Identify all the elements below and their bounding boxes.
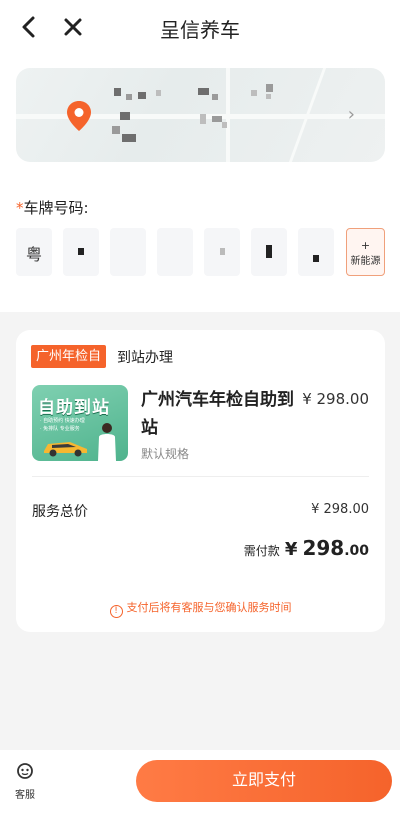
masked-address-block	[156, 90, 161, 96]
order-card: 广州年检自 到站办理 自助到站 · 自助预约 快速办理 · 免排队 专业服务 广…	[16, 330, 385, 632]
total-value: ¥ 298.00	[311, 502, 369, 517]
pay-now-button[interactable]: 立即支付	[136, 760, 392, 802]
thumbnail-title: 自助到站	[38, 398, 110, 418]
amount-due: 需付款 ¥ 298.00	[244, 536, 369, 560]
plate-label: *车牌号码:	[16, 197, 89, 218]
masked-address-block	[212, 116, 222, 122]
new-energy-label: 新能源	[350, 256, 381, 267]
payment-note: ! 支付后将有客服与您确认服务时间	[16, 599, 385, 618]
masked-address-block	[266, 94, 271, 99]
product-spec: 默认规格	[141, 447, 190, 461]
masked-plate-char	[266, 245, 272, 258]
plate-char-box[interactable]	[110, 228, 146, 276]
header: 呈信养车	[0, 0, 400, 56]
masked-address-block	[112, 126, 120, 134]
bottom-bar: 客服 立即支付	[0, 750, 400, 823]
product-name: 广州汽车年检自助到站	[141, 390, 294, 438]
service-tag: 广州年检自	[31, 345, 107, 368]
masked-address-block	[120, 112, 130, 120]
masked-address-block	[114, 88, 121, 96]
amount-due-currency: ¥	[284, 539, 298, 560]
required-mark: *	[16, 199, 24, 217]
masked-address-block	[138, 92, 146, 99]
amount-due-label: 需付款	[243, 544, 280, 558]
plate-char-box[interactable]	[251, 228, 287, 276]
masked-plate-char	[313, 255, 319, 262]
customer-service-button[interactable]: 客服	[10, 762, 40, 802]
amount-due-integer: 298	[302, 536, 345, 560]
product-price: ¥ 298.00	[302, 390, 369, 408]
plate-province: 粤	[25, 245, 42, 264]
masked-address-block	[198, 88, 209, 95]
masked-address-block	[212, 94, 218, 100]
plate-char-box[interactable]	[63, 228, 99, 276]
top-section: 呈信养车 › *车牌号码: 粤 + 新能源	[0, 0, 400, 312]
plate-char-box[interactable]	[204, 228, 240, 276]
location-pin-icon	[67, 101, 91, 131]
plate-label-text: 车牌号码:	[23, 199, 89, 217]
service-tag-sub: 到站办理	[117, 350, 173, 366]
customer-service-label: 客服	[15, 790, 35, 801]
map-road	[226, 68, 230, 162]
plate-province-box[interactable]: 粤	[16, 228, 52, 276]
location-card[interactable]: ›	[16, 68, 385, 162]
masked-address-block	[251, 90, 257, 96]
customer-service-icon	[17, 763, 33, 779]
page-title: 呈信养车	[160, 18, 240, 42]
person-illustration-icon	[98, 423, 116, 461]
masked-address-block	[122, 134, 136, 142]
payment-note-text: 支付后将有客服与您确认服务时间	[126, 601, 292, 614]
new-energy-button[interactable]: + 新能源	[346, 228, 385, 276]
masked-plate-char	[220, 248, 225, 255]
masked-address-block	[200, 114, 206, 124]
masked-address-block	[266, 84, 273, 92]
plate-char-box[interactable]	[157, 228, 193, 276]
product-thumbnail[interactable]: 自助到站 · 自助预约 快速办理 · 免排队 专业服务	[32, 385, 128, 461]
amount-due-decimal: .00	[344, 543, 369, 559]
info-icon: !	[109, 605, 123, 618]
masked-address-block	[126, 94, 132, 100]
chevron-right-icon: ›	[347, 104, 355, 125]
plus-icon: +	[360, 239, 371, 252]
car-icon	[44, 442, 87, 457]
thumbnail-line: · 免排队 专业服务	[40, 426, 80, 432]
plate-char-box[interactable]	[298, 228, 334, 276]
divider	[32, 476, 369, 477]
thumbnail-line: · 自助预约 快速办理	[40, 418, 85, 424]
total-label: 服务总价	[32, 504, 88, 520]
masked-address-block	[222, 122, 227, 128]
masked-plate-char	[78, 248, 84, 255]
